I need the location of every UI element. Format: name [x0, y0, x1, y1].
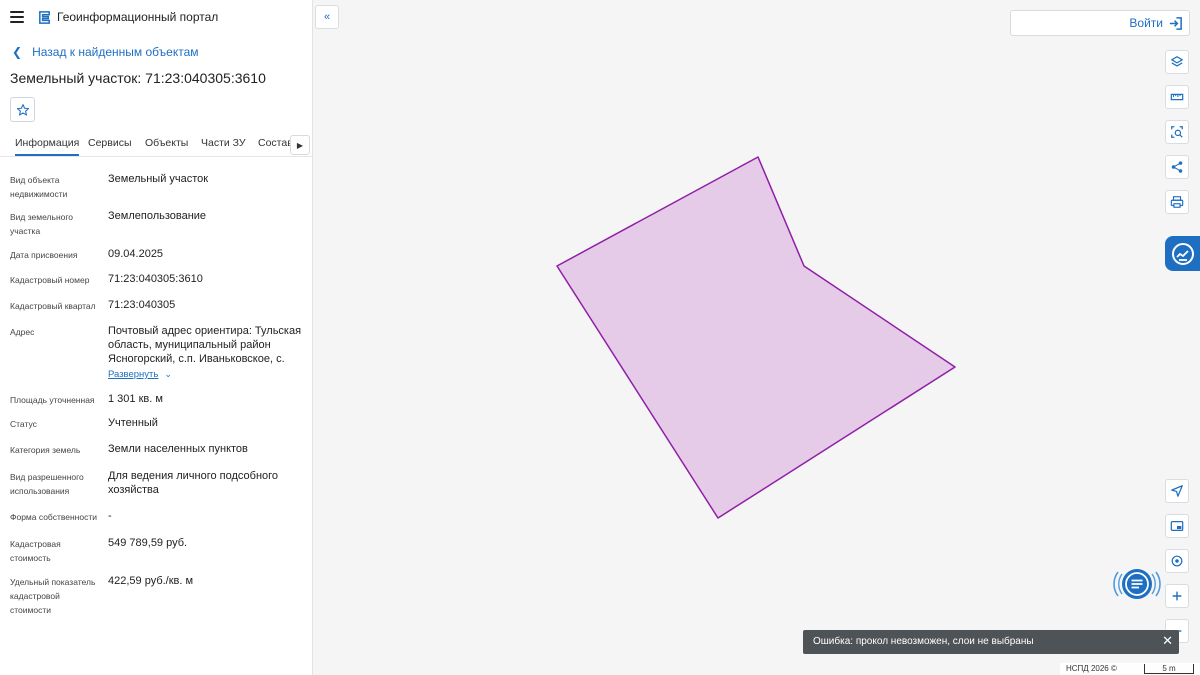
double-chevron-left-icon: «: [323, 11, 331, 23]
error-toast: Ошибка: прокол невозможен, слои не выбра…: [803, 630, 1179, 654]
map-canvas[interactable]: [314, 0, 1200, 675]
hamburger-icon[interactable]: [10, 11, 24, 23]
minimap-icon: [1170, 521, 1184, 531]
toast-message: Ошибка: прокол невозможен, слои не выбра…: [813, 636, 1034, 647]
attr-value-assign-date: 09.04.2025: [108, 248, 164, 260]
back-to-results-link[interactable]: ❮ Назад к найденным объектам: [12, 45, 199, 59]
close-icon[interactable]: ✕: [1162, 633, 1173, 649]
layers-button[interactable]: [1165, 50, 1189, 74]
chat-button[interactable]: [1110, 561, 1164, 607]
login-label: Войти: [1129, 16, 1163, 30]
attr-label-parcel-kind: Вид земельного участка: [10, 212, 74, 236]
attr-value-permitted-use: Для ведения личного подсобного хозяйства: [108, 470, 279, 496]
login-button[interactable]: Войти: [1010, 10, 1190, 36]
attr-value-specific-value: 422,59 руб./кв. м: [108, 575, 194, 587]
assistant-icon: [1171, 242, 1194, 265]
caret-right-icon: ▶: [296, 140, 304, 150]
attr-value-cadastral-number: 71:23:040305:3610: [108, 273, 203, 285]
parcel-layer: [556, 156, 956, 519]
map-attribution: НСПД 2026 © 5 m: [1060, 663, 1200, 675]
chevron-down-icon: ⌄: [164, 369, 172, 379]
layers-icon: [1171, 56, 1183, 67]
attr-label-permitted-use: Вид разрешенного использования: [10, 472, 84, 496]
attr-label-address: Адрес: [10, 327, 35, 337]
login-icon: [1169, 17, 1182, 30]
minimap-button[interactable]: [1165, 514, 1189, 538]
attr-value-cadastral-quarter: 71:23:040305: [108, 299, 176, 311]
scale-label: 5 m: [1162, 664, 1176, 673]
attr-label-specific-value: Удельный показатель кадастровой стоимост…: [10, 577, 96, 615]
zoom-in-button[interactable]: [1165, 584, 1189, 608]
attr-label-assign-date: Дата присвоения: [10, 250, 78, 260]
expand-address-link[interactable]: Развернуть ⌄: [108, 369, 172, 380]
info-panel: Геоинформационный портал ❮ Назад к найден…: [0, 0, 313, 675]
portal-title: Геоинформационный портал: [57, 10, 219, 24]
printer-icon: [1170, 196, 1184, 208]
favorite-button[interactable]: [10, 97, 35, 122]
tab-services[interactable]: Сервисы: [88, 137, 132, 149]
target-icon: [1171, 555, 1183, 567]
locate-parcel-button[interactable]: [1165, 549, 1189, 573]
attr-value-address: Почтовый адрес ориентира: Тульская облас…: [108, 325, 302, 365]
select-area-icon: [1171, 126, 1183, 138]
tab-composition[interactable]: Состав: [258, 137, 293, 149]
attr-value-area: 1 301 кв. м: [108, 393, 163, 405]
attr-label-ownership-form: Форма собственности: [10, 512, 97, 522]
scale-bar: 5 m: [1144, 664, 1194, 674]
share-button[interactable]: [1165, 155, 1189, 179]
attr-value-parcel-kind: Землепользование: [108, 210, 207, 222]
print-button[interactable]: [1165, 190, 1189, 214]
attr-label-property-type: Вид объекта недвижимости: [10, 175, 68, 199]
tab-information[interactable]: Информация: [15, 137, 80, 156]
attr-label-cadastral-value: Кадастровая стоимость: [10, 539, 61, 563]
attr-value-ownership-form: -: [108, 510, 112, 522]
expand-link-label: Развернуть: [108, 369, 159, 380]
top-bar: Геоинформационный портал: [0, 0, 312, 36]
navigation-arrow-icon: [1171, 485, 1183, 497]
share-icon: [1171, 161, 1183, 173]
attr-label-land-category: Категория земель: [10, 445, 81, 455]
chat-icon: [1113, 569, 1161, 599]
area-select-button[interactable]: [1165, 120, 1189, 144]
tabs-scroll-right-button[interactable]: ▶: [290, 135, 310, 155]
plus-icon: [1172, 591, 1182, 601]
attr-value-land-category: Земли населенных пунктов: [108, 443, 248, 455]
tab-parcel-parts[interactable]: Части ЗУ: [201, 137, 246, 149]
back-link-label: Назад к найденным объектам: [32, 45, 199, 59]
assistant-tab-button[interactable]: [1165, 236, 1200, 271]
info-tabs: Информация Сервисы Объекты Части ЗУ Сост…: [0, 132, 312, 157]
attr-label-area: Площадь уточненная: [10, 395, 95, 405]
portal-logo-icon: [39, 11, 50, 24]
measure-button[interactable]: [1165, 85, 1189, 109]
collapse-panel-button[interactable]: «: [315, 5, 339, 29]
chevron-left-icon: ❮: [12, 45, 23, 59]
attribution-text: НСПД 2026 ©: [1066, 664, 1117, 673]
attr-label-status: Статус: [10, 419, 37, 429]
star-icon: [16, 103, 29, 116]
attr-label-cadastral-number: Кадастровый номер: [10, 275, 90, 285]
attr-label-cadastral-quarter: Кадастровый квартал: [10, 301, 96, 311]
object-title: Земельный участок: 71:23:040305:3610: [10, 70, 266, 86]
geolocation-button[interactable]: [1165, 479, 1189, 503]
attr-value-status: Учтенный: [108, 417, 158, 429]
tab-objects[interactable]: Объекты: [145, 137, 188, 149]
attr-value-property-type: Земельный участок: [108, 173, 209, 185]
land-parcel-polygon[interactable]: [556, 156, 956, 519]
attr-value-cadastral-value: 549 789,59 руб.: [108, 537, 188, 549]
ruler-icon: [1170, 93, 1184, 101]
